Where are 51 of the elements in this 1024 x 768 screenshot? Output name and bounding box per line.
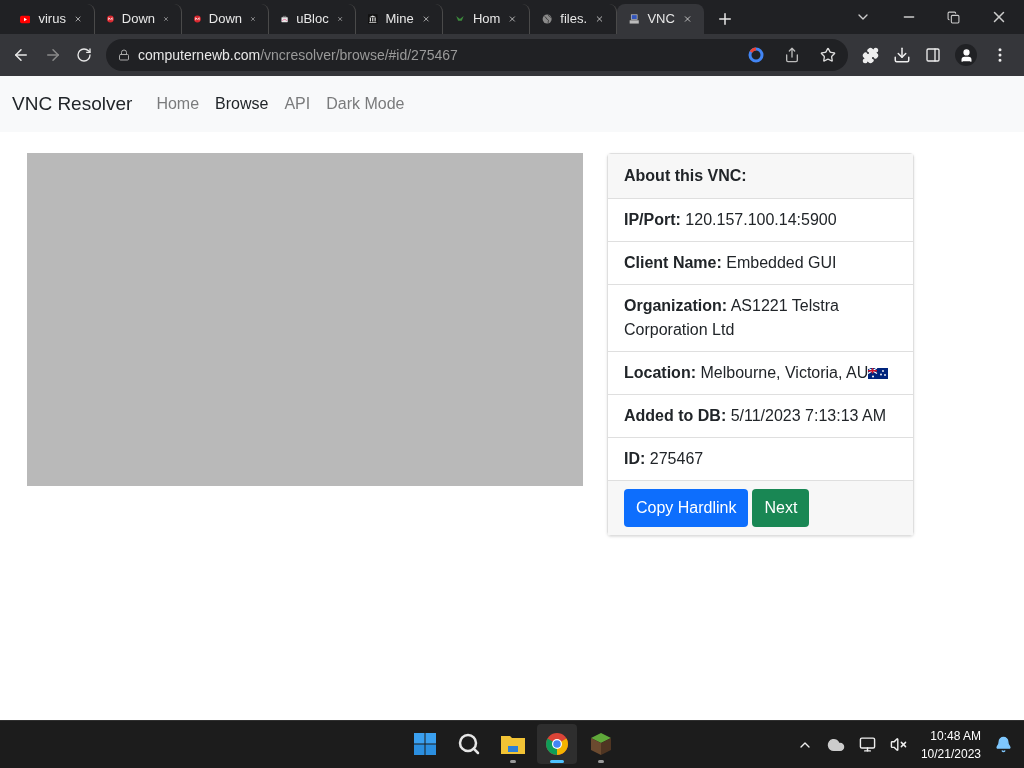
nav-link[interactable]: API — [284, 92, 311, 116]
reload-icon[interactable] — [76, 47, 92, 63]
nav-link[interactable]: Dark Mode — [326, 92, 405, 116]
copy-button[interactable]: Copy Hardlink — [624, 489, 749, 527]
bell-icon[interactable] — [995, 736, 1012, 753]
clock-date[interactable]: 10/21/2023 — [920, 744, 981, 763]
profile-icon[interactable] — [955, 44, 977, 66]
star-icon[interactable] — [820, 47, 836, 63]
share-icon[interactable] — [784, 47, 800, 63]
info-text: Organization: AS1221 Telstra Corporation Ltd — [624, 296, 840, 340]
url-text: computernewb.com/vncresolver/browse/#id/275467 — [138, 45, 459, 65]
info-text: ID: 275467 — [624, 449, 704, 469]
tab-title: Down — [121, 10, 156, 29]
tab-title: Mine — [385, 10, 414, 29]
tab-title: Hom — [472, 10, 501, 29]
tab-title: uBloc — [296, 10, 329, 29]
windows-logo-icon — [413, 732, 437, 756]
tab-title: VNC — [647, 10, 675, 29]
next-button[interactable]: Next — [752, 489, 810, 527]
g-logo-icon[interactable] — [748, 47, 764, 63]
back-icon[interactable] — [12, 46, 30, 64]
brand-title[interactable]: VNC Resolver — [12, 89, 133, 119]
columns-icon — [368, 11, 378, 27]
address-bar[interactable]: computernewb.com/vncresolver/browse/#id/275467 — [106, 39, 848, 71]
info-text: IP/Port: 120.157.100.14:5900 — [624, 210, 837, 230]
side-panel-icon[interactable] — [925, 47, 941, 63]
restore-icon[interactable] — [947, 10, 960, 24]
tab-title: files. — [560, 10, 587, 29]
info-text: Location: Melbourne, Victoria, AU — [624, 361, 889, 385]
card-title: About this VNC: — [624, 167, 747, 184]
puzzle-icon[interactable] — [862, 46, 879, 64]
chrome-icon — [545, 732, 569, 756]
muted-speaker-icon[interactable] — [889, 736, 907, 753]
computer-icon — [629, 11, 640, 27]
nav-link[interactable]: Browse — [215, 92, 269, 116]
network-icon[interactable] — [858, 736, 876, 753]
lock-icon — [118, 49, 130, 61]
download-icon[interactable] — [893, 46, 911, 64]
grass-block-icon — [589, 732, 613, 756]
forward-icon[interactable] — [44, 46, 62, 64]
nav-link[interactable]: Home — [156, 92, 200, 116]
folder-icon — [500, 733, 526, 755]
tab-title: Down — [208, 10, 243, 29]
search-icon — [457, 732, 481, 756]
info-text: Client Name: Embedded GUI — [624, 253, 837, 273]
taskbar-app[interactable] — [537, 724, 577, 764]
tab-title: virus — [38, 10, 66, 29]
clock-time[interactable]: 10:48 AM — [930, 726, 981, 745]
info-text: Added to DB: 5/11/2023 7:13:13 AM — [624, 406, 887, 426]
new-tab-icon[interactable] — [716, 10, 734, 28]
browser-tab[interactable]: VNC — [617, 4, 704, 34]
